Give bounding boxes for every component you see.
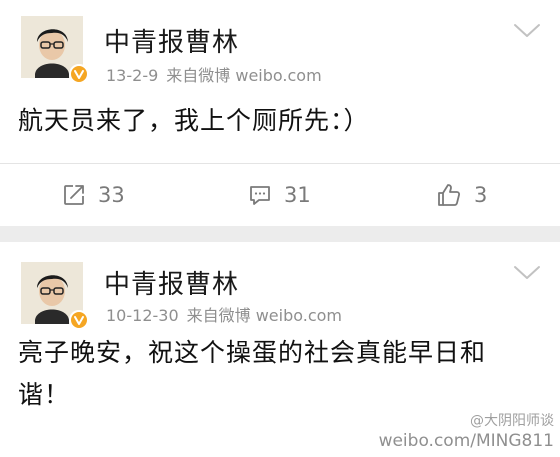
comment-icon — [250, 186, 270, 205]
watermark-site: weibo.com/MING811 — [378, 431, 554, 451]
comment-button[interactable]: 31 — [248, 172, 311, 218]
username[interactable]: 中青报曹林 — [104, 264, 239, 301]
repost-button[interactable]: 33 — [62, 172, 125, 218]
chevron-down-icon[interactable] — [512, 22, 542, 40]
action-bar: 33 31 3 — [0, 172, 560, 218]
post-date: 13-2-9 — [106, 66, 159, 85]
verified-badge-icon — [69, 64, 89, 84]
chevron-down-icon[interactable] — [512, 264, 542, 282]
post-source: 来自微博 weibo.com — [166, 66, 322, 85]
username[interactable]: 中青报曹林 — [104, 22, 239, 59]
avatar[interactable] — [21, 16, 89, 84]
like-button[interactable]: 3 — [436, 172, 487, 218]
post-card: 中青报曹林 10-12-30 来自微博 weibo.com 亮子晚安，祝这个操蛋的… — [0, 242, 560, 457]
verified-badge-icon — [69, 310, 89, 330]
comment-count: 31 — [284, 183, 311, 207]
watermark-handle: @大阴阳师谈 — [470, 413, 554, 429]
post-date: 10-12-30 — [106, 306, 179, 325]
post-meta: 13-2-9 来自微博 weibo.com — [106, 62, 322, 86]
post-text: 航天员来了，我上个厕所先：） — [18, 106, 370, 135]
weibo-feed: 中青报曹林 13-2-9 来自微博 weibo.com 航天员来了，我上个厕所先：… — [0, 0, 560, 457]
avatar[interactable] — [21, 262, 89, 330]
post-source: 来自微博 weibo.com — [186, 306, 343, 325]
thumbs-up-icon — [438, 184, 461, 206]
post-meta: 10-12-30 来自微博 weibo.com — [106, 302, 342, 326]
post-text: 亮子晚安，祝这个操蛋的社会真能早日和谐！ — [18, 338, 487, 409]
repost-count: 33 — [98, 183, 125, 207]
watermark: @大阴阳师谈 weibo.com/MING811 — [379, 411, 554, 451]
post-card: 中青报曹林 13-2-9 来自微博 weibo.com 航天员来了，我上个厕所先：… — [0, 0, 560, 226]
divider — [0, 163, 560, 164]
like-count: 3 — [474, 183, 488, 207]
repost-icon — [64, 185, 84, 205]
